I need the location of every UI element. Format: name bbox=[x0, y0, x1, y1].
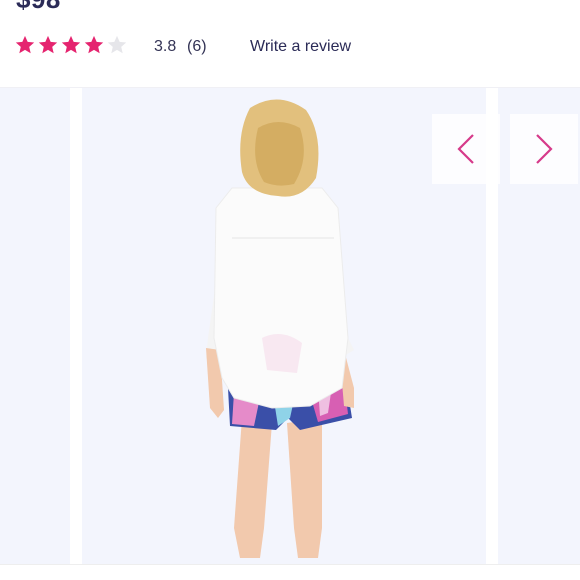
product-photo bbox=[206, 99, 354, 558]
star-filled-icon bbox=[15, 35, 35, 54]
product-page: $98 3.8 (6) Write a review bbox=[0, 0, 580, 580]
star-filled-icon bbox=[84, 35, 104, 54]
star-empty-icon bbox=[107, 35, 127, 54]
product-price: $98 bbox=[16, 0, 61, 15]
star-filled-icon bbox=[61, 35, 81, 54]
gallery-prev-button[interactable] bbox=[432, 114, 500, 184]
review-count[interactable]: (6) bbox=[187, 38, 207, 56]
bottom-bar bbox=[0, 564, 580, 580]
chevron-right-icon bbox=[536, 134, 553, 164]
rating-stars[interactable] bbox=[14, 30, 128, 60]
star-list bbox=[14, 34, 128, 56]
star-filled-icon bbox=[38, 35, 58, 54]
gallery-slide-previous[interactable] bbox=[0, 88, 70, 564]
chevron-left-icon bbox=[457, 134, 474, 164]
rating-value: 3.8 bbox=[154, 38, 177, 55]
gallery-next-button[interactable] bbox=[510, 114, 578, 184]
write-review-link[interactable]: Write a review bbox=[250, 38, 351, 56]
